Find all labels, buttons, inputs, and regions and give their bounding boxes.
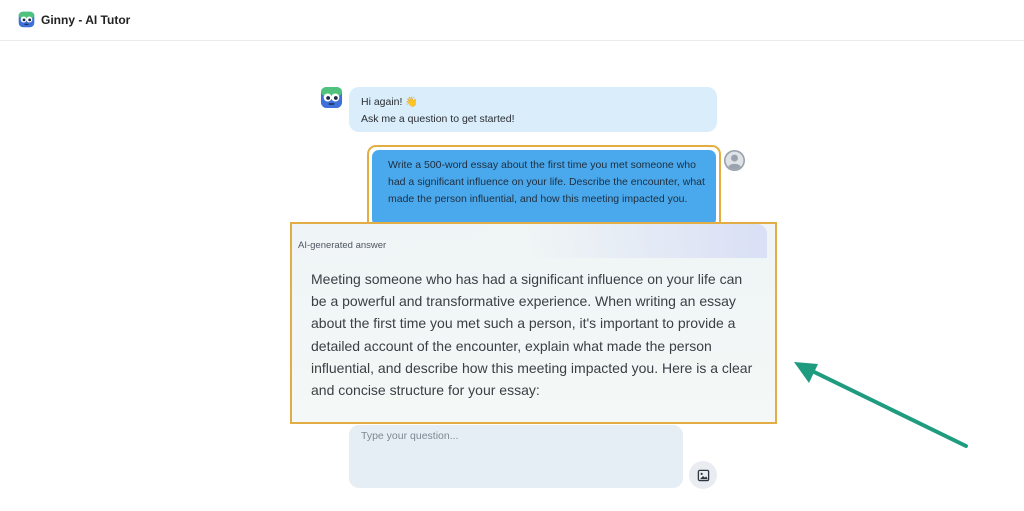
user-message: Write a 500-word essay about the first t… bbox=[372, 150, 716, 226]
brand[interactable]: Ginny - AI Tutor bbox=[18, 11, 130, 28]
greeting-line-2: Ask me a question to get started! bbox=[361, 113, 515, 125]
ai-answer-card: AI-generated answer Meeting someone who … bbox=[290, 222, 777, 424]
top-bar: Ginny - AI Tutor bbox=[0, 0, 1024, 41]
user-message-highlight: Write a 500-word essay about the first t… bbox=[367, 145, 721, 231]
bot-greeting-message: Hi again! 👋 Ask me a question to get sta… bbox=[349, 87, 717, 132]
greeting-line-1: Hi again! 👋 bbox=[361, 94, 717, 111]
bot-avatar-icon bbox=[320, 86, 343, 109]
question-input[interactable]: Type your question... bbox=[349, 425, 683, 488]
image-upload-button[interactable] bbox=[689, 461, 717, 489]
question-placeholder: Type your question... bbox=[361, 430, 459, 442]
answer-label: AI-generated answer bbox=[298, 240, 387, 251]
waving-hand-icon: 👋 bbox=[405, 97, 418, 108]
user-avatar-icon bbox=[723, 149, 746, 172]
image-icon bbox=[697, 469, 709, 481]
greeting-text: Hi again! bbox=[361, 96, 403, 108]
robot-face-icon bbox=[18, 11, 35, 28]
app-title: Ginny - AI Tutor bbox=[41, 12, 131, 27]
answer-text: Meeting someone who has had a significan… bbox=[311, 271, 753, 399]
